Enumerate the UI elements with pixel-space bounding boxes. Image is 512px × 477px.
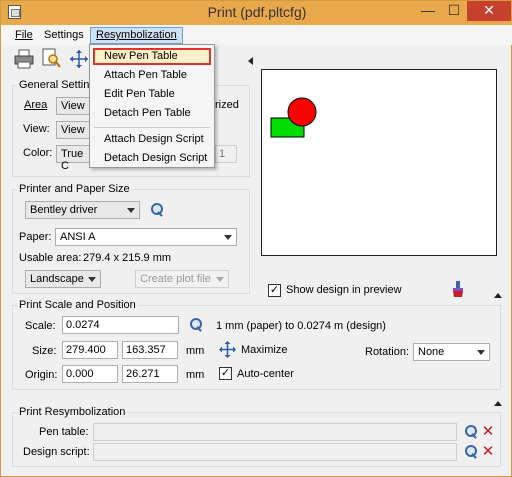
orientation-select[interactable]: Landscape xyxy=(25,270,101,288)
menu-item-attach-pen-table[interactable]: Attach Pen Table xyxy=(104,69,187,81)
origin-x-value: 0.000 xyxy=(66,368,94,380)
area-label: Area xyxy=(24,99,48,111)
menu-resymbolization[interactable]: Resymbolization xyxy=(90,27,183,44)
show-design-label: Show design in preview xyxy=(286,284,402,296)
size-x-value: 279.400 xyxy=(66,344,106,356)
print-resymbolization-label: Print Resymbolization xyxy=(17,406,128,418)
design-script-field[interactable] xyxy=(93,443,457,461)
size-y-field[interactable]: 163.357 xyxy=(122,341,178,359)
preview-design-circle xyxy=(287,97,317,127)
menu-item-new-pen-table[interactable]: New Pen Table xyxy=(104,50,178,62)
search-icon[interactable] xyxy=(464,445,478,459)
create-plot-file-button[interactable]: Create plot file xyxy=(135,270,229,288)
rotation-label: Rotation: xyxy=(365,346,410,358)
size-y-value: 163.357 xyxy=(126,344,166,356)
printer-driver-value: Bentley driver xyxy=(30,204,98,216)
menu-item-detach-pen-table[interactable]: Detach Pen Table xyxy=(104,107,191,119)
area-select[interactable]: View xyxy=(56,97,90,115)
menu-file-label: File xyxy=(15,29,33,41)
title-bar[interactable]: Print (pdf.pltcfg) — ☐ ✕ xyxy=(1,1,512,25)
size-x-field[interactable]: 279.400 xyxy=(62,341,118,359)
orientation-select-value: Landscape xyxy=(30,273,84,285)
rotation-select[interactable]: None xyxy=(413,343,490,361)
menu-settings[interactable]: Settings xyxy=(44,29,84,41)
clear-design-script-icon[interactable]: ✕ xyxy=(481,444,495,459)
origin-label: Origin: xyxy=(25,369,58,381)
origin-unit: mm xyxy=(186,369,205,381)
chevron-down-icon xyxy=(216,277,224,282)
search-icon[interactable] xyxy=(189,318,203,332)
scale-description: 1 mm (paper) to 0.0274 m (design) xyxy=(216,320,386,332)
collapse-preview-icon[interactable] xyxy=(248,57,253,65)
checkmark-icon: ✓ xyxy=(220,367,231,379)
show-design-checkbox[interactable]: ✓ xyxy=(268,284,281,297)
printer-paper-label: Printer and Paper Size xyxy=(17,183,132,195)
copies-field-value: 1 xyxy=(219,148,226,160)
menu-resymbolization-label: Resymbolization xyxy=(96,29,177,41)
search-icon[interactable] xyxy=(150,203,164,217)
preview-canvas xyxy=(270,97,317,138)
resymbolization-menu: New Pen Table Attach Pen Table Edit Pen … xyxy=(89,44,215,168)
chevron-down-icon xyxy=(127,208,135,213)
menu-item-attach-design-script[interactable]: Attach Design Script xyxy=(104,133,204,145)
pen-table-field[interactable] xyxy=(93,423,457,441)
search-icon[interactable] xyxy=(464,425,478,439)
paper-label: Paper: xyxy=(19,231,52,243)
create-plot-file-label: Create plot file xyxy=(140,273,211,285)
maximize-icon[interactable] xyxy=(219,341,236,358)
document-preview-icon[interactable] xyxy=(41,48,61,68)
copies-field[interactable]: 1 xyxy=(215,145,237,163)
scale-field-value: 0.0274 xyxy=(66,319,100,331)
menu-item-detach-design-script[interactable]: Detach Design Script xyxy=(104,152,207,164)
origin-y-field[interactable]: 26.271 xyxy=(122,365,178,383)
view-label: View: xyxy=(23,123,50,135)
chevron-down-icon xyxy=(224,235,232,240)
printer-icon[interactable] xyxy=(14,49,34,69)
usable-area-value: 279.4 x 215.9 mm xyxy=(83,252,172,264)
design-script-label: Design script: xyxy=(23,446,90,458)
chevron-down-icon xyxy=(88,277,96,282)
view-select[interactable]: View xyxy=(56,121,90,139)
auto-center-checkbox[interactable]: ✓ xyxy=(219,367,232,380)
checkmark-icon: ✓ xyxy=(269,284,280,296)
pen-table-label: Pen table: xyxy=(39,426,89,438)
rotation-select-value: None xyxy=(418,346,445,358)
minimize-button[interactable]: — xyxy=(415,1,441,21)
view-select-value: View xyxy=(61,124,85,136)
collapse-printer-section-icon[interactable] xyxy=(494,293,502,298)
scale-label: Scale: xyxy=(25,320,56,332)
menu-item-edit-pen-table[interactable]: Edit Pen Table xyxy=(104,88,175,100)
brush-icon[interactable] xyxy=(451,281,465,297)
paper-select[interactable]: ANSI A xyxy=(55,228,237,246)
menu-file[interactable]: File xyxy=(15,29,33,41)
usable-area-label: Usable area: xyxy=(19,252,82,264)
origin-x-field[interactable]: 0.000 xyxy=(62,365,118,383)
maximize-label[interactable]: Maximize xyxy=(241,344,287,356)
size-label: Size: xyxy=(32,345,57,357)
chevron-down-icon xyxy=(477,350,485,355)
clear-pen-table-icon[interactable]: ✕ xyxy=(481,424,495,439)
origin-y-value: 26.271 xyxy=(126,368,160,380)
auto-center-label: Auto-center xyxy=(237,368,294,380)
color-label: Color: xyxy=(23,147,53,159)
scale-field[interactable]: 0.0274 xyxy=(62,316,179,334)
menu-separator xyxy=(94,127,210,128)
maximize-button[interactable]: ☐ xyxy=(441,1,467,21)
general-settings-label: General Setting xyxy=(17,79,98,91)
menu-settings-label: Settings xyxy=(44,29,84,41)
fit-icon[interactable] xyxy=(69,49,89,69)
printer-driver-select[interactable]: Bentley driver xyxy=(25,201,140,219)
color-select[interactable]: True C xyxy=(56,145,90,172)
size-unit: mm xyxy=(186,345,205,357)
print-scale-label: Print Scale and Position xyxy=(17,299,138,311)
rized-text: rized xyxy=(215,99,239,111)
paper-select-value: ANSI A xyxy=(60,231,96,243)
print-preview[interactable] xyxy=(261,69,497,256)
area-select-value: View xyxy=(61,100,85,112)
print-dialog-window: Print (pdf.pltcfg) — ☐ ✕ File Settings R… xyxy=(0,0,512,477)
collapse-scale-section-icon[interactable] xyxy=(494,401,502,406)
close-button[interactable]: ✕ xyxy=(467,1,511,21)
